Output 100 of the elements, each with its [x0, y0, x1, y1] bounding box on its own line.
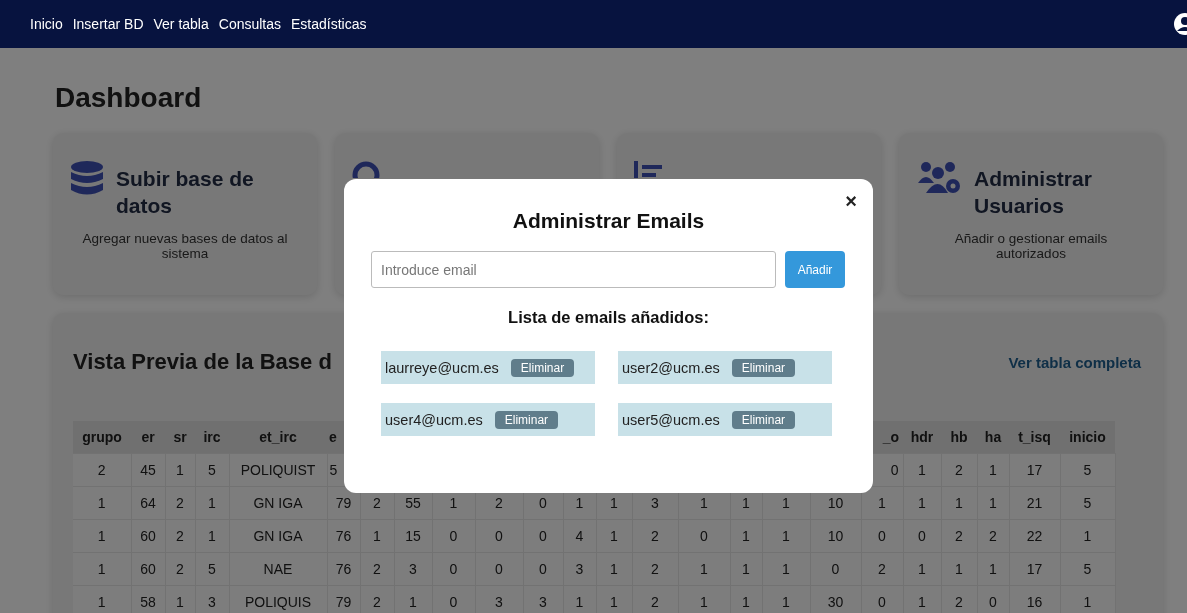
column-header: ha: [977, 421, 1009, 454]
table-cell: 1: [73, 585, 131, 613]
email-address: user2@ucm.es: [622, 359, 720, 376]
table-cell: 10: [810, 519, 861, 553]
table-cell: 2: [165, 519, 195, 553]
table-cell: 60: [131, 519, 165, 553]
delete-button[interactable]: Eliminar: [494, 410, 559, 429]
card-description: Añadir o gestionar emails autorizados: [953, 231, 1109, 261]
database-icon: [70, 161, 104, 197]
table-cell: 2: [165, 486, 195, 520]
table-cell: 1: [165, 585, 195, 613]
email-address: laurreye@ucm.es: [385, 359, 499, 376]
column-header: hdr: [903, 421, 941, 454]
table-cell: 5: [195, 453, 229, 487]
sort-icon: [634, 161, 664, 178]
table-cell: 45: [131, 453, 165, 487]
nav-link[interactable]: Estadísticas: [291, 16, 367, 32]
table-cell: 1: [563, 585, 596, 613]
preview-title: Vista Previa de la Base d: [73, 349, 332, 375]
column-header: t_isq: [1009, 421, 1060, 454]
table-cell: 1: [596, 585, 632, 613]
email-input[interactable]: Introduce email: [371, 251, 776, 288]
table-cell: 1: [678, 585, 730, 613]
table-cell: 0: [678, 519, 730, 553]
table-cell: 2: [941, 519, 977, 553]
table-cell: 0: [475, 519, 523, 553]
table-cell: 0: [861, 519, 903, 553]
table-cell: 0: [903, 519, 941, 553]
table-cell: 21: [1009, 486, 1060, 520]
table-cell: 79: [327, 585, 360, 613]
table-cell: 58: [131, 585, 165, 613]
table-cell: 1: [73, 552, 131, 586]
delete-button[interactable]: Eliminar: [731, 410, 796, 429]
table-cell: 1: [730, 585, 762, 613]
table-cell: 1: [941, 552, 977, 586]
table-cell: 1: [730, 519, 762, 553]
table-cell: POLIQUIST: [229, 453, 327, 487]
table-cell: 17: [1009, 552, 1060, 586]
table-cell: GN IGA: [229, 486, 327, 520]
table-cell: 2: [941, 453, 977, 487]
table-cell: 15: [394, 519, 432, 553]
email-address: user4@ucm.es: [385, 411, 483, 428]
nav-link[interactable]: Consultas: [218, 16, 282, 32]
table-cell: 0: [977, 585, 1009, 613]
table-cell: 0: [861, 585, 903, 613]
table-cell: 0: [432, 552, 475, 586]
table-cell: 0: [432, 519, 475, 553]
table-cell: 1: [762, 519, 810, 553]
nav-link[interactable]: Ver tabla: [153, 16, 209, 32]
column-header: irc: [195, 421, 229, 454]
column-header: inicio: [1060, 421, 1115, 454]
table-cell: 1: [903, 486, 941, 520]
table-cell: 1: [165, 453, 195, 487]
table-cell: 2: [861, 552, 903, 586]
table-cell: 1: [762, 552, 810, 586]
table-cell: 1: [977, 486, 1009, 520]
table-cell: GN IGA: [229, 519, 327, 553]
page-title: Dashboard: [55, 81, 203, 115]
table-cell: 0: [523, 519, 563, 553]
modal-title: Administrar Emails: [511, 209, 706, 233]
list-title: Lista de emails añadidos:: [507, 308, 710, 327]
table-cell: 4: [563, 519, 596, 553]
table-cell: 1: [861, 486, 903, 520]
table-cell: 30: [810, 585, 861, 613]
table-cell: 1: [73, 519, 131, 553]
table-cell: 2: [360, 552, 394, 586]
dashboard-card[interactable]: Subir base de datos Agregar nuevas bases de datos al sistema: [53, 133, 317, 295]
column-header: et_irc: [229, 421, 327, 454]
nav-link[interactable]: Insertar BD: [72, 16, 144, 32]
table-cell: 1: [1060, 519, 1115, 553]
add-button[interactable]: Añadir: [785, 251, 845, 288]
table-cell: POLIQUIS: [229, 585, 327, 613]
user-icon[interactable]: [1171, 13, 1187, 35]
close-button[interactable]: ×: [843, 191, 859, 211]
delete-button[interactable]: Eliminar: [510, 358, 575, 377]
table-cell: 5: [1060, 486, 1115, 520]
delete-button[interactable]: Eliminar: [731, 358, 796, 377]
table-cell: 64: [131, 486, 165, 520]
card-description: Agregar nuevas bases de datos al sistema: [81, 231, 289, 261]
table-cell: 16: [1009, 585, 1060, 613]
table-cell: 1: [977, 552, 1009, 586]
table-cell: 3: [523, 585, 563, 613]
table-cell: 1: [762, 585, 810, 613]
table-cell: 1: [903, 585, 941, 613]
table-cell: 2: [73, 453, 131, 487]
card-title: Administrar Usuarios: [974, 166, 1093, 219]
column-header: grupo: [73, 421, 131, 454]
table-cell: 1: [903, 552, 941, 586]
table-cell: 1: [730, 552, 762, 586]
full-table-link[interactable]: Ver tabla completa: [1008, 353, 1141, 371]
nav-link[interactable]: Inicio: [30, 16, 63, 32]
dashboard-card[interactable]: Administrar Usuarios Añadir o gestionar emails autorizados: [899, 133, 1163, 295]
email-address: user5@ucm.es: [622, 411, 720, 428]
table-cell: 22: [1009, 519, 1060, 553]
column-header: hb: [941, 421, 977, 454]
table-cell: 76: [327, 552, 360, 586]
table-cell: 2: [632, 585, 678, 613]
table-cell: 0: [810, 552, 861, 586]
table-cell: 2: [360, 585, 394, 613]
table-cell: 1: [596, 519, 632, 553]
